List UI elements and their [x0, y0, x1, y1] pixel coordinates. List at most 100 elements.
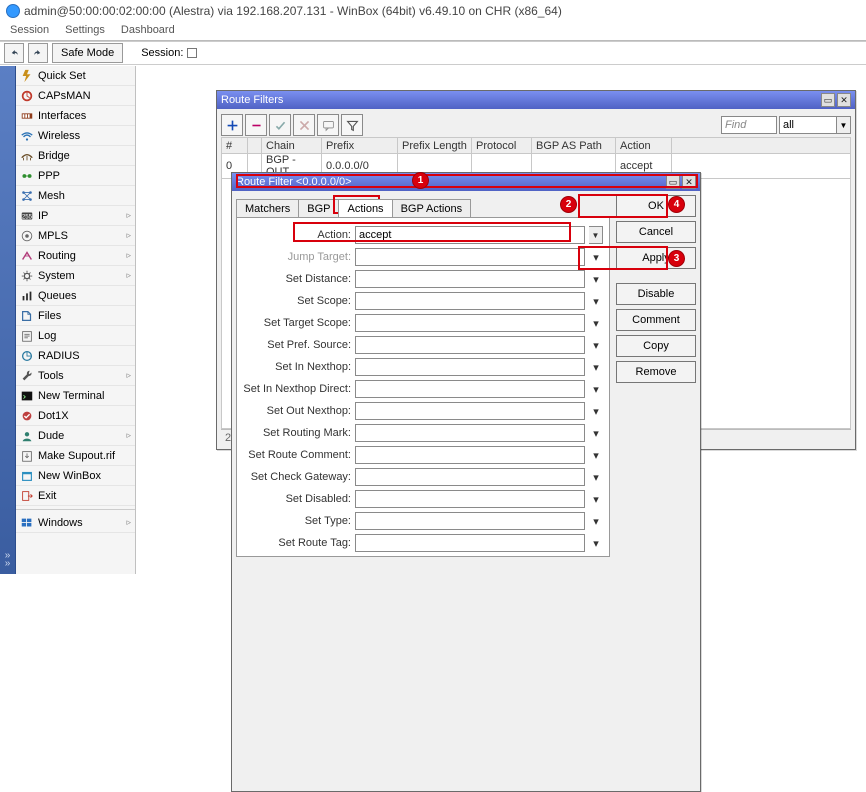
column-header[interactable]	[248, 138, 262, 154]
comment-button[interactable]	[317, 114, 339, 136]
column-header[interactable]	[672, 138, 851, 154]
copy-button[interactable]: Copy	[616, 335, 696, 357]
expand-arrow-icon[interactable]: ▾	[589, 424, 603, 442]
sidebar-item-ppp[interactable]: PPP	[16, 166, 135, 186]
sidebar-item-make-supout-rif[interactable]: Make Supout.rif	[16, 446, 135, 466]
sidebar-item-exit[interactable]: Exit	[16, 486, 135, 506]
comment-button[interactable]: Comment	[616, 309, 696, 331]
field-in_nexthop_direct[interactable]	[355, 380, 585, 398]
enable-button[interactable]	[269, 114, 291, 136]
sidebar-item-ip[interactable]: 255IP▹	[16, 206, 135, 226]
sidebar-item-mesh[interactable]: Mesh	[16, 186, 135, 206]
field-out_nexthop[interactable]	[355, 402, 585, 420]
expand-arrow-icon[interactable]: ▾	[589, 358, 603, 376]
find-input[interactable]: Find	[721, 116, 777, 134]
remove-button[interactable]	[245, 114, 267, 136]
menu-session[interactable]: Session	[4, 22, 55, 40]
session-checkbox[interactable]	[187, 48, 197, 58]
field-target_scope[interactable]	[355, 314, 585, 332]
action-combo[interactable]	[355, 226, 585, 244]
field-routing_mark[interactable]	[355, 424, 585, 442]
apply-button[interactable]: Apply	[616, 247, 696, 269]
tab-matchers[interactable]: Matchers	[236, 199, 299, 217]
sidebar-item-queues[interactable]: Queues	[16, 286, 135, 306]
sidebar-item-routing[interactable]: Routing▹	[16, 246, 135, 266]
ok-button[interactable]: OK	[616, 195, 696, 217]
column-header[interactable]: #	[222, 138, 248, 154]
window-titlebar[interactable]: Route Filters ▭ ✕	[217, 91, 855, 109]
filter-button[interactable]	[341, 114, 363, 136]
sidebar-item-interfaces[interactable]: Interfaces	[16, 106, 135, 126]
column-header[interactable]: Action	[616, 138, 672, 154]
expand-arrow-icon[interactable]: ▾	[589, 336, 603, 354]
sidebar-item-dot1x[interactable]: Dot1X	[16, 406, 135, 426]
sidebar-item-mpls[interactable]: MPLS▹	[16, 226, 135, 246]
column-header[interactable]: Prefix Length	[398, 138, 472, 154]
filter-combo-value[interactable]	[780, 117, 836, 133]
sidebar-item-label: Routing	[38, 250, 76, 262]
field-route_comment[interactable]	[355, 446, 585, 464]
sidebar-item-tools[interactable]: Tools▹	[16, 366, 135, 386]
label-type: Set Type:	[243, 515, 351, 527]
disable-button[interactable]: Disable	[616, 283, 696, 305]
action-value[interactable]	[356, 227, 584, 243]
field-type[interactable]	[355, 512, 585, 530]
redo-button[interactable]	[28, 43, 48, 63]
expand-arrow-icon[interactable]: ▾	[589, 468, 603, 486]
close-button[interactable]: ✕	[682, 175, 696, 189]
sidebar-item-wireless[interactable]: Wireless	[16, 126, 135, 146]
sidebar-item-files[interactable]: Files	[16, 306, 135, 326]
menu-dashboard[interactable]: Dashboard	[115, 22, 181, 40]
close-button[interactable]: ✕	[837, 93, 851, 107]
expand-arrow-icon[interactable]: ▾	[589, 314, 603, 332]
sidebar-item-new-winbox[interactable]: New WinBox	[16, 466, 135, 486]
minimize-button[interactable]: ▭	[821, 93, 835, 107]
expand-arrow-icon[interactable]: ▾	[589, 402, 603, 420]
sidebar-item-dude[interactable]: Dude▹	[16, 426, 135, 446]
tab-actions[interactable]: Actions	[338, 199, 392, 217]
row-routing_mark: Set Routing Mark:▾	[243, 422, 603, 444]
minimize-button[interactable]: ▭	[666, 175, 680, 189]
field-pref_source[interactable]	[355, 336, 585, 354]
column-header[interactable]: Chain	[262, 138, 322, 154]
remove-item-button[interactable]: Remove	[616, 361, 696, 383]
disable-button[interactable]	[293, 114, 315, 136]
tab-bgp[interactable]: BGP	[298, 199, 339, 217]
expand-arrow-icon[interactable]: ▾	[589, 534, 603, 552]
column-header[interactable]: Prefix	[322, 138, 398, 154]
expand-arrow-icon[interactable]: ▾	[589, 292, 603, 310]
add-button[interactable]	[221, 114, 243, 136]
column-header[interactable]: BGP AS Path	[532, 138, 616, 154]
field-disabled[interactable]	[355, 490, 585, 508]
sidebar-item-log[interactable]: Log	[16, 326, 135, 346]
field-route_tag[interactable]	[355, 534, 585, 552]
field-scope[interactable]	[355, 292, 585, 310]
undo-button[interactable]	[4, 43, 24, 63]
sidebar-item-bridge[interactable]: Bridge	[16, 146, 135, 166]
field-check_gateway[interactable]	[355, 468, 585, 486]
chevron-updown-icon[interactable]: ▼	[589, 226, 603, 244]
files-icon	[20, 309, 34, 323]
expand-arrow-icon[interactable]: ▾	[589, 380, 603, 398]
sidebar-item-windows[interactable]: Windows▹	[16, 513, 135, 533]
sidebar-item-quick-set[interactable]: Quick Set	[16, 66, 135, 86]
sidebar-item-system[interactable]: System▹	[16, 266, 135, 286]
sidebar-item-new-terminal[interactable]: New Terminal	[16, 386, 135, 406]
filter-combo[interactable]: ▼	[779, 116, 851, 134]
mpls-icon	[20, 229, 34, 243]
sidebar-item-capsman[interactable]: CAPsMAN	[16, 86, 135, 106]
column-header[interactable]: Protocol	[472, 138, 532, 154]
field-in_nexthop[interactable]	[355, 358, 585, 376]
menu-settings[interactable]: Settings	[59, 22, 111, 40]
sidebar-item-radius[interactable]: RADIUS	[16, 346, 135, 366]
safe-mode-button[interactable]: Safe Mode	[52, 43, 123, 63]
field-distance[interactable]	[355, 270, 585, 288]
dialog-titlebar[interactable]: Route Filter <0.0.0.0/0> ▭ ✕	[232, 173, 700, 191]
tab-bgp-actions[interactable]: BGP Actions	[392, 199, 472, 217]
expand-arrow-icon[interactable]: ▾	[589, 248, 603, 266]
expand-arrow-icon[interactable]: ▾	[589, 270, 603, 288]
expand-arrow-icon[interactable]: ▾	[589, 512, 603, 530]
cancel-button[interactable]: Cancel	[616, 221, 696, 243]
expand-arrow-icon[interactable]: ▾	[589, 446, 603, 464]
expand-arrow-icon[interactable]: ▾	[589, 490, 603, 508]
